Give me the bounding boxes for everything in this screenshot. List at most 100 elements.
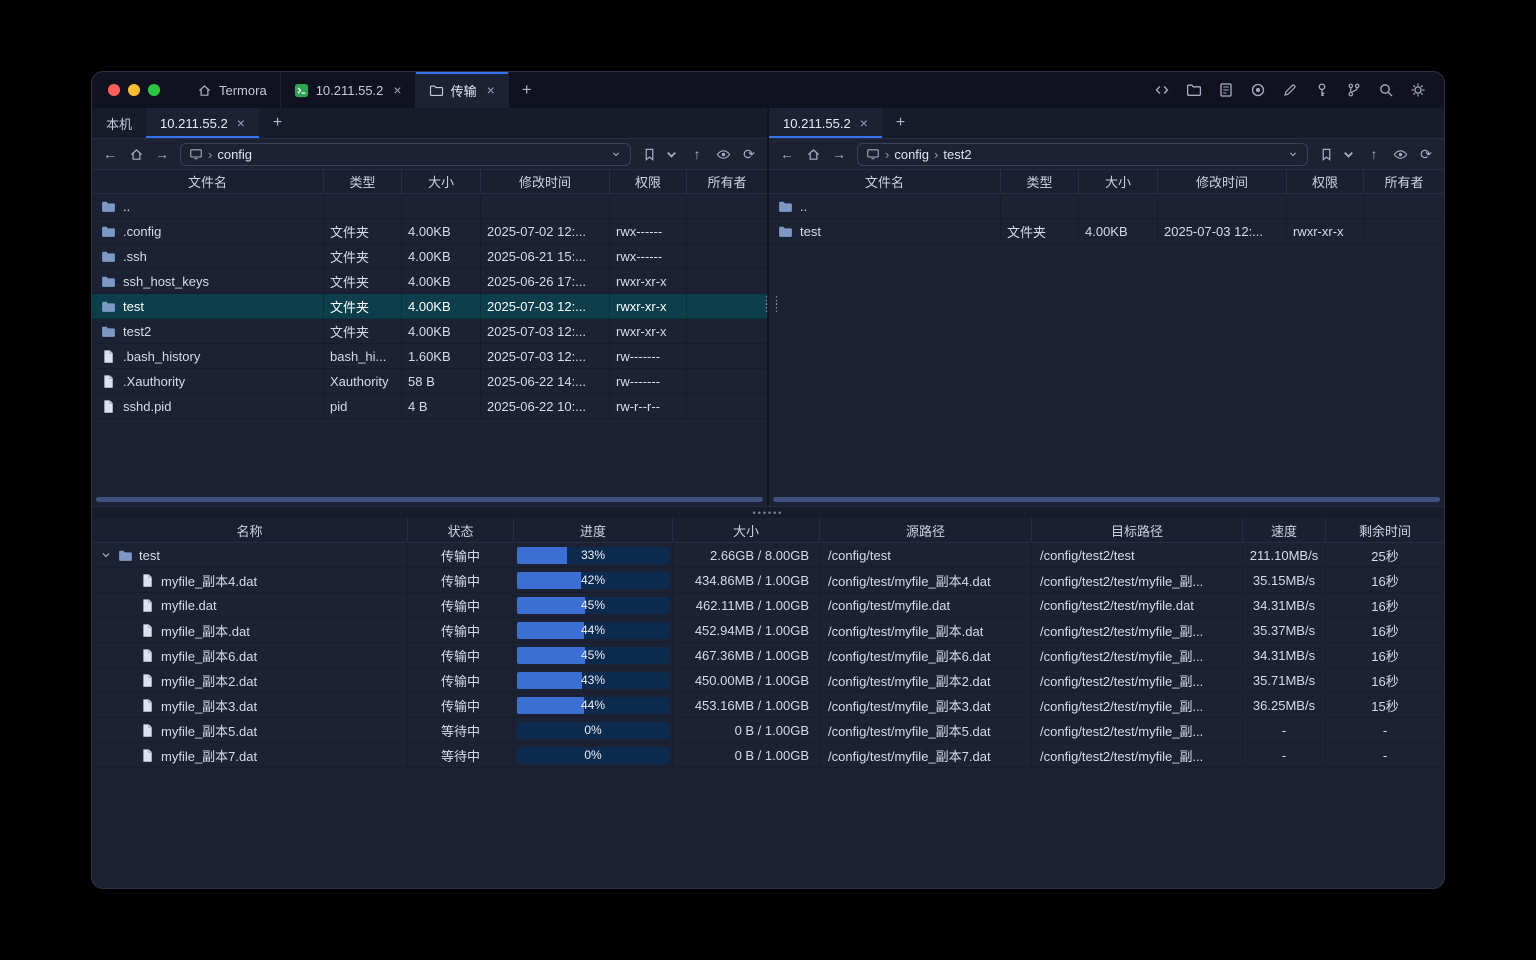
column-header-type[interactable]: 类型 (324, 170, 402, 193)
transfer-row[interactable]: myfile_副本7.dat等待中0%0 B / 1.00GB/config/t… (92, 743, 1444, 768)
home-icon (197, 83, 212, 98)
chevron-down-icon[interactable] (610, 148, 622, 160)
tab-remote-host[interactable]: 10.211.55.2 × (769, 108, 882, 138)
tab-remote-host[interactable]: 10.211.55.2 × (146, 108, 259, 138)
transfer-row[interactable]: myfile_副本.dat传输中44%452.94MB / 1.00GB/con… (92, 618, 1444, 643)
transfer-row[interactable]: myfile_副本2.dat传输中43%450.00MB / 1.00GB/co… (92, 668, 1444, 693)
up-directory-icon[interactable]: ↑ (685, 142, 709, 166)
search-icon[interactable] (1374, 78, 1398, 102)
file-row[interactable]: .config文件夹4.00KB2025-07-02 12:...rwx----… (92, 219, 767, 244)
column-header-permissions[interactable]: 权限 (1287, 170, 1364, 193)
column-header-mtime[interactable]: 修改时间 (1158, 170, 1287, 193)
refresh-icon[interactable]: ⟳ (737, 142, 761, 166)
close-tab-icon[interactable]: × (860, 116, 868, 130)
file-row[interactable]: .ssh文件夹4.00KB2025-06-21 15:...rwx------ (92, 244, 767, 269)
new-tab-button[interactable]: + (509, 72, 545, 108)
chevron-down-icon[interactable] (1287, 148, 1299, 160)
refresh-icon[interactable]: ⟳ (1414, 142, 1438, 166)
bookmark-icon[interactable] (1314, 142, 1338, 166)
transfers-splitter[interactable]: •••••• (92, 506, 1444, 518)
tab-transfer[interactable]: 传输 × (416, 72, 509, 108)
transfer-row[interactable]: myfile_副本4.dat传输中42%434.86MB / 1.00GB/co… (92, 568, 1444, 593)
breadcrumb-segment[interactable]: config (894, 147, 929, 162)
new-pane-tab-button[interactable]: + (882, 108, 919, 138)
code-icon[interactable] (1150, 78, 1174, 102)
close-window-button[interactable] (108, 84, 120, 96)
file-row[interactable]: .bash_historybash_hi...1.60KB2025-07-03 … (92, 344, 767, 369)
key-icon[interactable] (1310, 78, 1334, 102)
home-icon[interactable] (124, 142, 148, 166)
close-tab-icon[interactable]: × (393, 83, 401, 97)
column-header-type[interactable]: 类型 (1001, 170, 1079, 193)
column-header-permissions[interactable]: 权限 (610, 170, 687, 193)
column-header-destination[interactable]: 目标路径 (1032, 518, 1243, 542)
breadcrumb-segment[interactable]: config (217, 147, 252, 162)
column-header-mtime[interactable]: 修改时间 (481, 170, 610, 193)
file-row[interactable]: .. (92, 194, 767, 219)
path-breadcrumb[interactable]: › config (180, 143, 631, 166)
new-pane-tab-button[interactable]: + (259, 108, 296, 138)
file-row[interactable]: sshd.pidpid4 B2025-06-22 10:...rw-r--r-- (92, 394, 767, 419)
record-icon[interactable] (1246, 78, 1270, 102)
horizontal-scrollbar[interactable] (96, 497, 763, 502)
settings-icon[interactable] (1406, 78, 1430, 102)
column-header-source[interactable]: 源路径 (820, 518, 1032, 542)
breadcrumb-segment[interactable]: test2 (943, 147, 971, 162)
file-row[interactable]: test文件夹4.00KB2025-07-03 12:...rwxr-xr-x (769, 219, 1444, 244)
home-icon[interactable] (801, 142, 825, 166)
column-header-name[interactable]: 名称 (92, 518, 408, 542)
forward-icon[interactable]: → (150, 142, 174, 166)
panes-splitter[interactable]: ⋮⋮⋮⋮ (767, 108, 769, 506)
column-header-size[interactable]: 大小 (1079, 170, 1158, 193)
transfer-row[interactable]: myfile_副本6.dat传输中45%467.36MB / 1.00GB/co… (92, 643, 1444, 668)
transfer-name-cell: myfile_副本6.dat (92, 643, 408, 667)
minimize-window-button[interactable] (128, 84, 140, 96)
file-row[interactable]: test文件夹4.00KB2025-07-03 12:...rwxr-xr-x (92, 294, 767, 319)
folder-icon[interactable] (1182, 78, 1206, 102)
transfer-speed-cell: 34.31MB/s (1243, 643, 1326, 667)
chevron-down-icon[interactable] (100, 549, 112, 561)
path-breadcrumb[interactable]: › config › test2 (857, 143, 1308, 166)
transfer-row[interactable]: myfile.dat传输中45%462.11MB / 1.00GB/config… (92, 593, 1444, 618)
back-icon[interactable]: ← (775, 142, 799, 166)
tab-host-session[interactable]: 10.211.55.2 × (281, 72, 416, 108)
progress-bar: 33% (517, 547, 669, 564)
transfer-row[interactable]: test传输中33%2.66GB / 8.00GB/config/test/co… (92, 543, 1444, 568)
column-header-status[interactable]: 状态 (408, 518, 514, 542)
column-header-progress[interactable]: 进度 (514, 518, 673, 542)
close-tab-icon[interactable]: × (487, 83, 495, 97)
column-header-speed[interactable]: 速度 (1243, 518, 1326, 542)
bookmark-dropdown-icon[interactable] (1336, 142, 1360, 166)
bookmark-dropdown-icon[interactable] (659, 142, 683, 166)
column-header-size[interactable]: 大小 (402, 170, 481, 193)
transfer-row[interactable]: myfile_副本5.dat等待中0%0 B / 1.00GB/config/t… (92, 718, 1444, 743)
edit-icon[interactable] (1278, 78, 1302, 102)
folder-icon (778, 199, 793, 214)
column-header-owner[interactable]: 所有者 (1364, 170, 1444, 193)
zoom-window-button[interactable] (148, 84, 160, 96)
file-row[interactable]: .XauthorityXauthority58 B2025-06-22 14:.… (92, 369, 767, 394)
tab-termora-home[interactable]: Termora (184, 72, 281, 108)
transfers-panel: 名称 状态 进度 大小 源路径 目标路径 速度 剩余时间 test传输中33%2… (92, 518, 1444, 888)
horizontal-scrollbar[interactable] (773, 497, 1440, 502)
column-label: 所有者 (707, 172, 746, 191)
close-tab-icon[interactable]: × (237, 116, 245, 130)
file-row[interactable]: ssh_host_keys文件夹4.00KB2025-06-26 17:...r… (92, 269, 767, 294)
column-header-size[interactable]: 大小 (673, 518, 820, 542)
column-header-filename[interactable]: 文件名 (92, 170, 324, 193)
forward-icon[interactable]: → (827, 142, 851, 166)
column-header-filename[interactable]: 文件名 (769, 170, 1001, 193)
log-icon[interactable] (1214, 78, 1238, 102)
eye-icon[interactable] (711, 142, 735, 166)
up-directory-icon[interactable]: ↑ (1362, 142, 1386, 166)
tab-local[interactable]: 本机 (92, 108, 146, 138)
file-row[interactable]: test2文件夹4.00KB2025-07-03 12:...rwxr-xr-x (92, 319, 767, 344)
transfer-row[interactable]: myfile_副本3.dat传输中44%453.16MB / 1.00GB/co… (92, 693, 1444, 718)
bookmark-icon[interactable] (637, 142, 661, 166)
file-row[interactable]: .. (769, 194, 1444, 219)
branch-icon[interactable] (1342, 78, 1366, 102)
column-header-owner[interactable]: 所有者 (687, 170, 767, 193)
back-icon[interactable]: ← (98, 142, 122, 166)
eye-icon[interactable] (1388, 142, 1412, 166)
column-header-remaining[interactable]: 剩余时间 (1326, 518, 1444, 542)
